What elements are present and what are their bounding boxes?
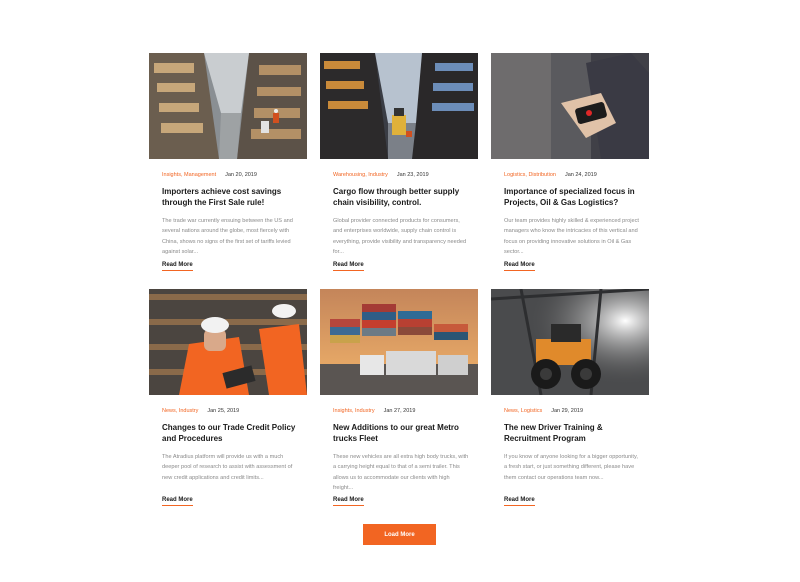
blog-card: Logistics, Distribution Jan 24, 2019 Impo… (491, 53, 649, 289)
post-meta: Warehousing, Industry Jan 23, 2019 (333, 171, 478, 179)
post-categories[interactable]: News, Industry (162, 408, 198, 414)
post-date: Jan 23, 2019 (396, 172, 429, 178)
post-thumbnail[interactable] (149, 289, 307, 395)
post-title[interactable]: Cargo flow through better supply chain v… (333, 186, 468, 208)
post-title[interactable]: New Additions to our great Metro trucks … (333, 422, 468, 444)
load-more-button[interactable]: Load More (363, 524, 436, 545)
post-meta: Logistics, Distribution Jan 24, 2019 (504, 171, 649, 179)
post-title[interactable]: Importance of specialized focus in Proje… (504, 186, 639, 208)
post-excerpt: The Atradius platform will provide us wi… (162, 454, 293, 481)
read-more-link[interactable]: Read More (504, 262, 535, 271)
post-thumbnail[interactable] (320, 289, 478, 395)
blog-grid: Insights, Management Jan 20, 2019 Importe… (149, 53, 651, 525)
read-more-link[interactable]: Read More (333, 497, 364, 506)
post-categories[interactable]: Insights, Industry (333, 408, 375, 414)
blog-card: News, Industry Jan 25, 2019 Changes to ou… (149, 289, 307, 525)
post-meta: Insights, Management Jan 20, 2019 (162, 171, 307, 179)
post-title[interactable]: The new Driver Training & Recruitment Pr… (504, 422, 639, 444)
post-meta: Insights, Industry Jan 27, 2019 (333, 407, 478, 415)
post-date: Jan 29, 2019 (551, 408, 584, 414)
post-title[interactable]: Changes to our Trade Credit Policy and P… (162, 422, 297, 444)
post-date: Jan 25, 2019 (207, 408, 240, 414)
post-date: Jan 27, 2019 (383, 408, 416, 414)
post-excerpt: If you know of anyone looking for a bigg… (504, 454, 638, 481)
blog-card: Warehousing, Industry Jan 23, 2019 Cargo … (320, 53, 478, 289)
read-more-link[interactable]: Read More (162, 497, 193, 506)
post-excerpt: The trade war currently ensuing between … (162, 218, 293, 256)
post-categories[interactable]: Insights, Management (162, 172, 216, 178)
post-meta: News, Industry Jan 25, 2019 (162, 407, 307, 415)
post-thumbnail[interactable] (149, 53, 307, 159)
post-date: Jan 20, 2019 (225, 172, 257, 178)
post-meta: News, Logistics Jan 29, 2019 (504, 407, 649, 415)
post-excerpt: Our team provides highly skilled & exper… (504, 218, 639, 256)
read-more-link[interactable]: Read More (504, 497, 535, 506)
post-title[interactable]: Importers achieve cost savings through t… (162, 186, 297, 208)
blog-card: Insights, Management Jan 20, 2019 Importe… (149, 53, 307, 289)
post-categories[interactable]: Warehousing, Industry (333, 172, 388, 178)
post-thumbnail[interactable] (320, 53, 478, 159)
post-date: Jan 24, 2019 (564, 172, 597, 178)
read-more-link[interactable]: Read More (333, 262, 364, 271)
post-thumbnail[interactable] (491, 289, 649, 395)
blog-card: Insights, Industry Jan 27, 2019 New Addit… (320, 289, 478, 525)
post-excerpt: These new vehicles are all extra high bo… (333, 454, 469, 492)
read-more-link[interactable]: Read More (162, 262, 193, 271)
post-excerpt: Global provider connected products for c… (333, 218, 467, 256)
post-categories[interactable]: News, Logistics (504, 408, 542, 414)
post-thumbnail[interactable] (491, 53, 649, 159)
post-categories[interactable]: Logistics, Distribution (504, 172, 556, 178)
blog-card: News, Logistics Jan 29, 2019 The new Driv… (491, 289, 649, 525)
